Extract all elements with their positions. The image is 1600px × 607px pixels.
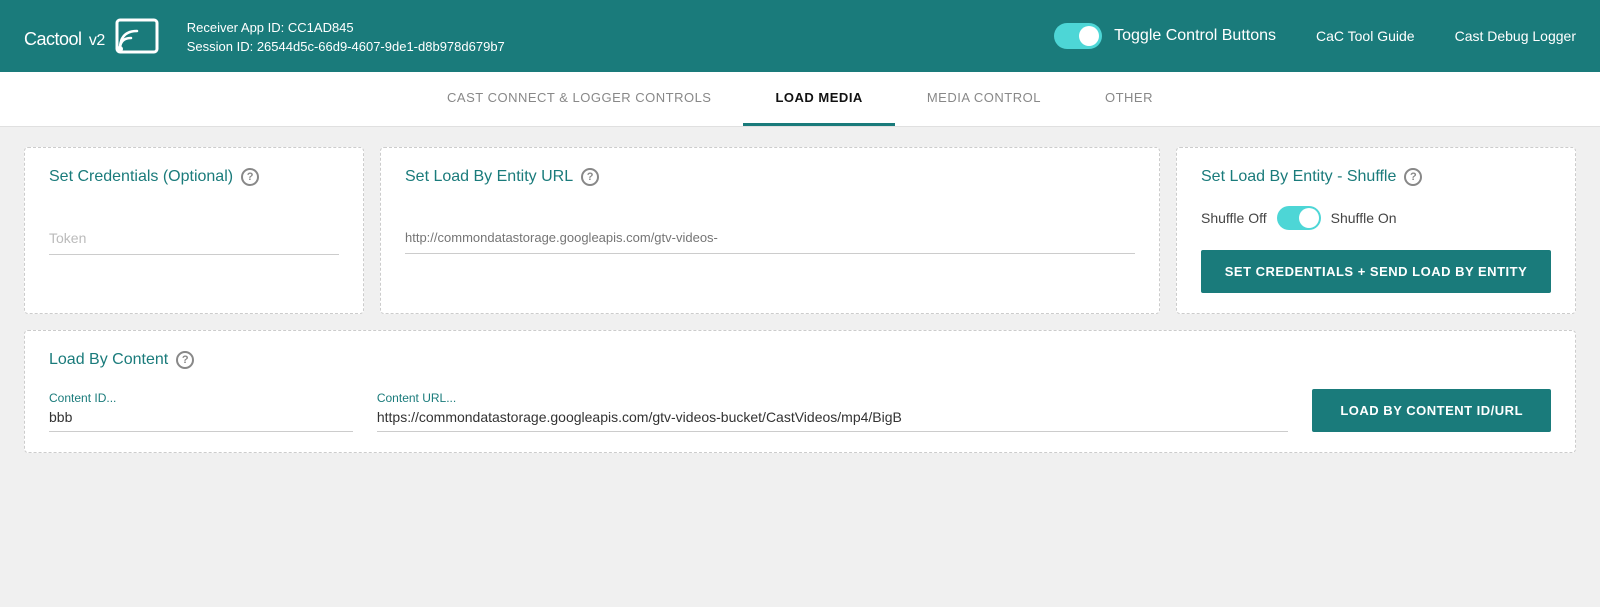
shuffle-card: Set Load By Entity - Shuffle ? Shuffle O… [1176,147,1576,314]
top-cards-row: Set Credentials (Optional) ? Set Load By… [24,147,1576,314]
content-id-group: Content ID... bbb [49,391,353,432]
cast-icon [115,18,159,54]
content-id-value: bbb [49,409,353,432]
entity-url-help-icon[interactable]: ? [581,168,599,186]
entity-url-input[interactable] [405,222,1135,254]
logo-text: Cactool v2 [24,20,105,52]
logo-section: Cactool v2 [24,18,159,54]
load-entity-url-card: Set Load By Entity URL ? [380,147,1160,314]
shuffle-title: Set Load By Entity - Shuffle ? [1201,168,1551,186]
tab-media-control[interactable]: MEDIA CONTROL [895,72,1073,126]
tab-bar: CAST CONNECT & LOGGER CONTROLS LOAD MEDI… [0,72,1600,127]
load-content-button[interactable]: LOAD BY CONTENT ID/URL [1312,389,1551,432]
session-id-line: Session ID: 26544d5c-66d9-4607-9de1-d8b9… [187,39,1054,54]
content-url-label: Content URL... [377,391,1289,405]
nav-guide-link[interactable]: CaC Tool Guide [1316,28,1415,44]
app-id-line: Receiver App ID: CC1AD845 [187,18,1054,39]
content-url-value: https://commondatastorage.googleapis.com… [377,409,1289,432]
content-fields-row: Content ID... bbb Content URL... https:/… [49,389,1551,432]
load-entity-url-title: Set Load By Entity URL ? [405,168,1135,186]
token-input[interactable] [49,222,339,255]
tab-cast-connect[interactable]: CAST CONNECT & LOGGER CONTROLS [415,72,743,126]
shuffle-off-label: Shuffle Off [1201,210,1267,226]
main-content: Set Credentials (Optional) ? Set Load By… [0,127,1600,607]
send-load-by-entity-button[interactable]: SET CREDENTIALS + SEND LOAD BY ENTITY [1201,250,1551,293]
credentials-card: Set Credentials (Optional) ? [24,147,364,314]
credentials-help-icon[interactable]: ? [241,168,259,186]
tab-other[interactable]: OTHER [1073,72,1185,126]
shuffle-help-icon[interactable]: ? [1404,168,1422,186]
toggle-control-buttons[interactable] [1054,23,1102,49]
toggle-section: Toggle Control Buttons [1054,23,1276,49]
content-id-label: Content ID... [49,391,353,405]
app-header: Cactool v2 Receiver App ID: CC1AD845 Ses… [0,0,1600,72]
tab-load-media[interactable]: LOAD MEDIA [743,72,894,126]
load-by-content-title: Load By Content ? [49,351,1551,369]
shuffle-on-label: Shuffle On [1331,210,1397,226]
toggle-label: Toggle Control Buttons [1114,27,1276,45]
nav-logger-link[interactable]: Cast Debug Logger [1455,28,1576,44]
shuffle-toggle-row: Shuffle Off Shuffle On [1201,206,1551,230]
header-nav: CaC Tool Guide Cast Debug Logger [1316,28,1576,44]
content-url-group: Content URL... https://commondatastorage… [377,391,1289,432]
content-help-icon[interactable]: ? [176,351,194,369]
connection-info: Receiver App ID: CC1AD845 Session ID: 26… [183,18,1054,54]
credentials-title: Set Credentials (Optional) ? [49,168,339,186]
shuffle-toggle[interactable] [1277,206,1321,230]
load-by-content-card: Load By Content ? Content ID... bbb Cont… [24,330,1576,453]
